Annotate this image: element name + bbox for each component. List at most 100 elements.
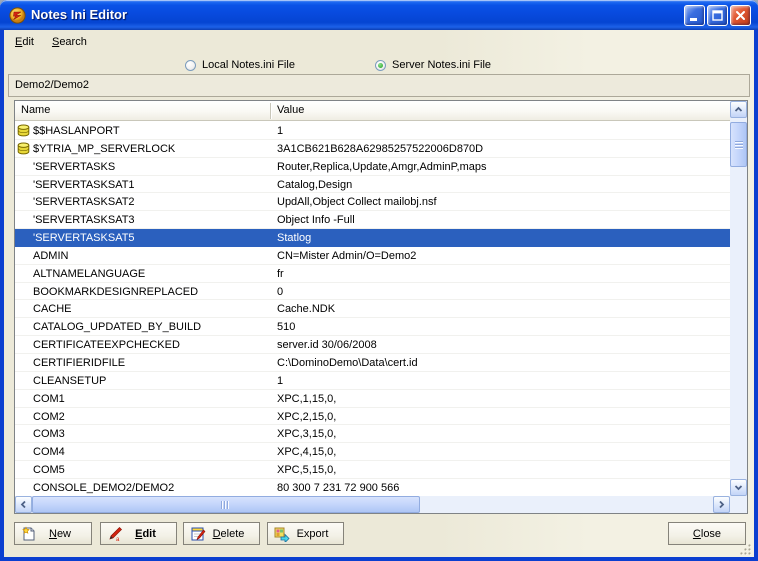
new-button[interactable]: New [14, 522, 92, 545]
row-icon-placeholder [17, 392, 30, 405]
row-icon-placeholder [17, 338, 30, 351]
scrollbar-corner [730, 496, 747, 513]
row-name: CATALOG_UPDATED_BY_BUILD [33, 319, 268, 335]
row-icon-placeholder [17, 481, 30, 494]
table-row[interactable]: CONSOLE_DEMO2/DEMO280 300 7 231 72 900 5… [15, 479, 730, 497]
export-icon [274, 526, 290, 542]
scroll-left-button[interactable] [15, 496, 32, 513]
column-separator[interactable] [270, 103, 271, 119]
table-row[interactable]: CERTIFICATEEXPCHECKEDserver.id 30/06/200… [15, 336, 730, 354]
chevron-right-icon [717, 500, 726, 509]
row-value: Cache.NDK [277, 301, 727, 317]
vertical-scrollbar[interactable] [730, 101, 747, 496]
table-row[interactable]: COM2XPC,2,15,0, [15, 408, 730, 426]
svg-text:a: a [116, 537, 120, 542]
row-name: 'SERVERTASKS [33, 159, 268, 175]
row-name: COM5 [33, 462, 268, 478]
table-row[interactable]: $YTRIA_MP_SERVERLOCK3A1CB621B628A6298525… [15, 140, 730, 158]
scroll-up-button[interactable] [730, 101, 747, 118]
close-button[interactable] [730, 5, 751, 26]
scroll-right-button[interactable] [713, 496, 730, 513]
file-source-options: Local Notes.ini File Server Notes.ini Fi… [4, 56, 754, 74]
list-header: Name Value [15, 101, 730, 121]
export-button[interactable]: Export [267, 522, 344, 545]
window-title: Notes Ini Editor [31, 0, 127, 29]
row-value: XPC,2,15,0, [277, 409, 727, 425]
row-value: server.id 30/06/2008 [277, 337, 727, 353]
row-value: XPC,3,15,0, [277, 426, 727, 442]
row-value: XPC,4,15,0, [277, 444, 727, 460]
close-icon [734, 9, 747, 22]
titlebar[interactable]: Notes Ini Editor [0, 0, 758, 30]
row-icon-placeholder [17, 320, 30, 333]
row-icon-placeholder [17, 445, 30, 458]
horizontal-scrollbar[interactable] [15, 496, 730, 513]
table-row[interactable]: CACHE Cache.NDK [15, 300, 730, 318]
table-body: $$HASLANPORT1$YTRIA_MP_SERVERLOCK3A1CB62… [15, 122, 730, 497]
vertical-scroll-thumb[interactable] [730, 122, 747, 167]
row-value: 0 [277, 284, 727, 300]
row-value: 3A1CB621B628A62985257522006D870D [277, 141, 727, 157]
table-row[interactable]: $$HASLANPORT1 [15, 122, 730, 140]
row-name: CACHE [33, 301, 268, 317]
radio-button-icon[interactable] [185, 60, 196, 71]
table-row[interactable]: COM1XPC,1,15,0, [15, 390, 730, 408]
table-row[interactable]: COM4 XPC,4,15,0, [15, 443, 730, 461]
table-row[interactable]: ALTNAMELANGUAGEfr [15, 265, 730, 283]
resize-grip-icon[interactable] [739, 543, 752, 556]
table-row[interactable]: COM3 XPC,3,15,0, [15, 425, 730, 443]
server-path-panel: Demo2/Demo2 [8, 74, 750, 97]
column-header-name[interactable]: Name [21, 104, 50, 116]
chevron-down-icon [734, 483, 743, 492]
server-path-text: Demo2/Demo2 [15, 79, 89, 91]
table-row[interactable]: 'SERVERTASKSRouter,Replica,Update,Amgr,A… [15, 158, 730, 176]
row-name: CERTIFIERIDFILE [33, 355, 268, 371]
close-dialog-button[interactable]: Close [668, 522, 746, 545]
radio-server-label: Server Notes.ini File [392, 59, 491, 71]
menu-edit[interactable]: Edit [13, 33, 36, 51]
minimize-button[interactable] [684, 5, 705, 26]
dialog-body: Edit Search Local Notes.ini File Server … [4, 30, 754, 557]
thumb-grip [221, 501, 230, 509]
table-row[interactable]: BOOKMARKDESIGNREPLACED0 [15, 283, 730, 301]
table-row[interactable]: CERTIFIERIDFILEC:\DominoDemo\Data\cert.i… [15, 354, 730, 372]
edit-pen-icon: a [107, 526, 123, 542]
row-name: $$HASLANPORT [33, 123, 268, 139]
maximize-button[interactable] [707, 5, 728, 26]
edit-button[interactable]: a Edit [100, 522, 177, 545]
delete-button[interactable]: Delete [183, 522, 260, 545]
row-name: 'SERVERTASKSAT1 [33, 177, 268, 193]
table-row[interactable]: 'SERVERTASKSAT2UpdAll,Object Collect mai… [15, 193, 730, 211]
row-icon-placeholder [17, 249, 30, 262]
row-value: fr [277, 266, 727, 282]
column-header-value[interactable]: Value [277, 104, 304, 116]
database-icon [17, 142, 30, 155]
row-value: Object Info -Full [277, 212, 727, 228]
horizontal-scroll-thumb[interactable] [32, 496, 420, 513]
table-row[interactable]: COM5XPC,5,15,0, [15, 461, 730, 479]
radio-local-notes-ini[interactable]: Local Notes.ini File [185, 56, 295, 74]
table-row[interactable]: ADMINCN=Mister Admin/O=Demo2 [15, 247, 730, 265]
row-name: COM4 [33, 444, 268, 460]
row-name: 'SERVERTASKSAT3 [33, 212, 268, 228]
chevron-left-icon [19, 500, 28, 509]
database-icon [17, 124, 30, 137]
table-row[interactable]: 'SERVERTASKSAT1Catalog,Design [15, 176, 730, 194]
ini-settings-list: Name Value $$HASLANPORT1$YTRIA_MP_SERVER… [14, 100, 748, 514]
row-icon-placeholder [17, 463, 30, 476]
scroll-down-button[interactable] [730, 479, 747, 496]
row-icon-placeholder [17, 267, 30, 280]
table-row[interactable]: CATALOG_UPDATED_BY_BUILD510 [15, 318, 730, 336]
table-row[interactable]: CLEANSETUP1 [15, 372, 730, 390]
row-value: UpdAll,Object Collect mailobj.nsf [277, 194, 727, 210]
radio-button-icon[interactable] [375, 60, 386, 71]
row-name: COM3 [33, 426, 268, 442]
close-button-label: Close [693, 528, 721, 540]
edit-button-label: Edit [121, 528, 156, 540]
table-row[interactable]: 'SERVERTASKSAT5Statlog [15, 229, 730, 247]
row-icon-placeholder [17, 160, 30, 173]
menu-search[interactable]: Search [50, 33, 89, 51]
radio-server-notes-ini[interactable]: Server Notes.ini File [375, 56, 491, 74]
table-row[interactable]: 'SERVERTASKSAT3 Object Info -Full [15, 211, 730, 229]
row-value: Statlog [277, 230, 727, 246]
